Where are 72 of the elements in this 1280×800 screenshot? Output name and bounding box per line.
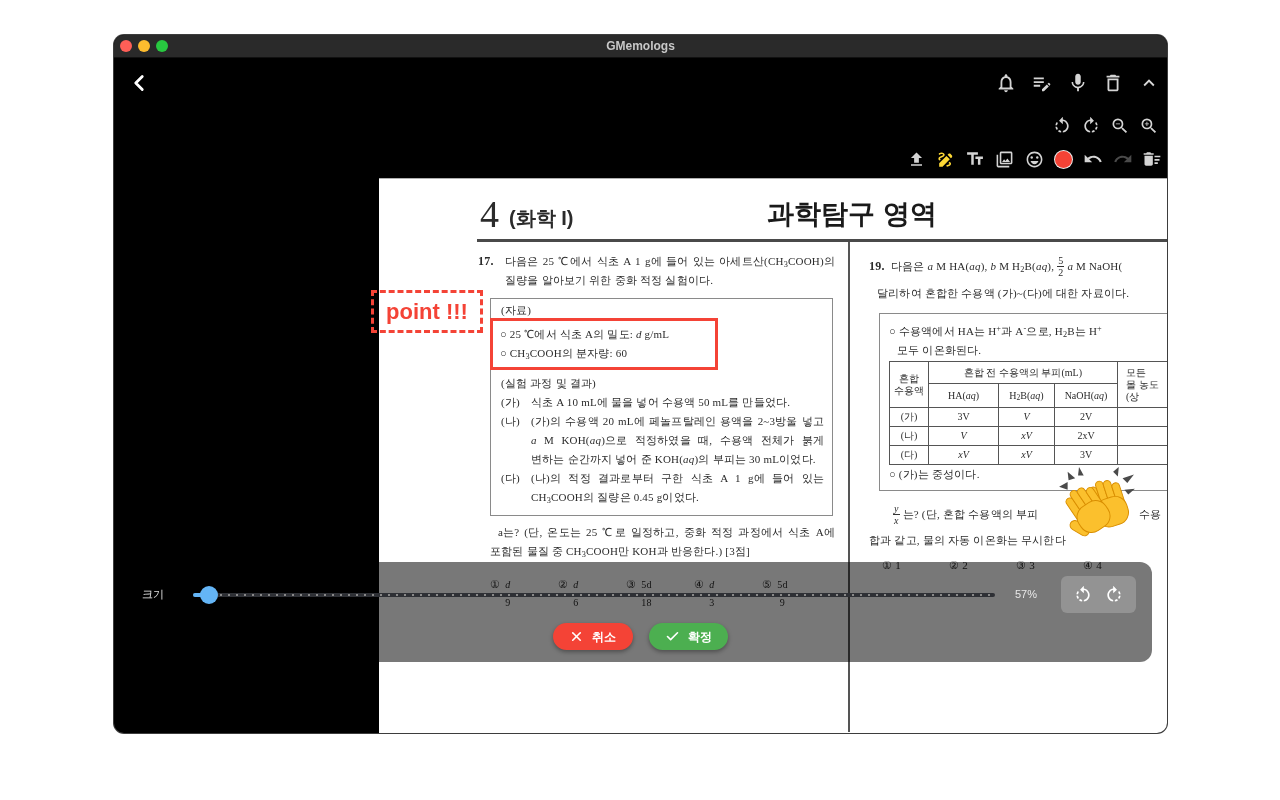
- table-cell: 3V: [1079, 449, 1093, 460]
- table-header: NaOH(aq): [1064, 389, 1108, 401]
- window-title: GMemologs: [606, 38, 675, 55]
- table-cell: V: [1023, 411, 1030, 422]
- answer-choice: ④ 4: [1083, 558, 1103, 573]
- table-header: 혼합 전 수용액의 부피(mL): [964, 366, 1083, 378]
- cancel-button[interactable]: 취소: [552, 623, 633, 650]
- row-label: (나): [900, 430, 918, 441]
- trash-sweep-icon[interactable]: [1142, 149, 1163, 169]
- fraction: 5 2: [1057, 254, 1065, 278]
- data-item: ○ CH$_{3}$COOH의 분자량: 60: [500, 347, 628, 359]
- step-label: (가): [501, 395, 521, 410]
- table-cell: 2V: [1079, 411, 1093, 422]
- table-header: (상: [1126, 390, 1140, 402]
- question-text: 는? (단, 혼합 수용액의 부피: [902, 506, 1039, 522]
- row-label: (가): [900, 411, 918, 422]
- condition-text: ○ 수용액에서 HA는 H$^{+}$과 A$^{-}$으로, H$_{2}$B는 H$^{+}$: [889, 325, 1102, 337]
- choice-number: ③: [626, 579, 637, 590]
- fraction: y x: [893, 502, 900, 526]
- question-number: 19.: [869, 257, 886, 275]
- question-text: a M NaOH(: [1067, 258, 1123, 274]
- choice-number: ②: [558, 579, 569, 590]
- question-text: 수용: [1138, 506, 1161, 522]
- table-header: H$_{2}$B(aq): [1009, 389, 1044, 401]
- close-icon: [569, 629, 584, 644]
- table-cell: xV: [1021, 449, 1032, 460]
- choice-number: ①: [490, 579, 501, 590]
- choice-number: ⑤: [762, 579, 773, 590]
- question-text: 합과 같고, 물의 자동 이온화는 무시한다: [869, 533, 1066, 548]
- images-icon[interactable]: [995, 149, 1015, 169]
- section-title: 과학탐구 영역: [767, 198, 937, 231]
- question-text: 달리하여 혼합한 수용액 (가)~(다)에 대한 자료이다.: [877, 286, 1130, 301]
- step-text: 식초 A 10 mL에 물을 넣어 수용액 50 mL를 만들었다.: [531, 395, 792, 410]
- table-header: 몰 농도: [1126, 378, 1159, 390]
- confirm-button[interactable]: 확정: [648, 623, 728, 650]
- step-label: (나): [501, 414, 521, 429]
- choice-number: ④: [694, 579, 705, 590]
- note-text: ○ (가)는 중성이다.: [889, 468, 980, 480]
- table-cell: 2xV: [1077, 430, 1095, 441]
- table-header: HA(aq): [947, 389, 980, 401]
- window-maximize-icon[interactable]: [156, 40, 168, 52]
- step-text: (가)의 수용액 20 mL에 페놀프탈레인 용액을 2~3방울 넣고 a M KOH(aq)으로 적정하였을 때, 수용액 전체가 붉게 변하는 순간까지 넣어 준 KOH(aq)의 부피는 30 mL이었다.: [531, 414, 824, 467]
- condition-text: 모두 이온화된다.: [897, 344, 982, 356]
- data-heading: (자료): [501, 304, 532, 316]
- color-swatch-icon[interactable]: [1055, 150, 1073, 168]
- slider-reading: 57%: [1015, 587, 1039, 603]
- table-cell: 3V: [957, 411, 970, 422]
- answer-choice: ① 1: [882, 558, 902, 573]
- smiley-icon[interactable]: [1024, 149, 1044, 169]
- data-heading: (실험 과정 및 결과): [501, 377, 596, 389]
- table-header: 모든: [1126, 366, 1147, 378]
- table-header: 혼합 수용액: [893, 372, 925, 397]
- row-label: (다): [900, 449, 918, 460]
- data-item: ○ 25 ℃에서 식초 A의 밀도: d g/mL: [500, 328, 670, 340]
- step-text: (나)의 적정 결과로부터 구한 식초 A 1 g에 들어 있는 CH$_{3}$COOH의 질량은 0.45 g이었다.: [531, 471, 824, 507]
- prompt-text: a는? (단, 온도는 25 ℃로 일정하고, 중화 적정 과정에서 식초 A에 포함된 물질 중 CH$_{3}$COOH만 KOH과 반응한다.) [3점]: [490, 525, 835, 561]
- window-minimize-icon[interactable]: [138, 40, 150, 52]
- table-cell: V: [960, 430, 967, 441]
- question-text: 다음은 a M HA(aq), b M H$_{2}$B(aq),: [891, 258, 1055, 276]
- table-cell: xV: [958, 449, 969, 460]
- step-label: (다): [501, 471, 521, 486]
- question-number: 17.: [477, 253, 495, 270]
- subject-title: (화학 I): [509, 206, 574, 231]
- question-text: 다음은 25 ℃에서 식초 A 1 g에 들어 있는 아세트산(CH$_{3}$COOH)의 질량을 알아보기 위한 중화 적정 실험이다.: [505, 254, 835, 288]
- answer-choice: ③ 3: [1016, 558, 1036, 573]
- slider-thumb[interactable]: [200, 585, 219, 604]
- answer-choice: ② 2: [949, 558, 969, 573]
- annotation-label: point !!!: [371, 290, 483, 333]
- slider-label: 크기: [142, 587, 165, 603]
- window-close-icon[interactable]: [120, 40, 132, 52]
- table-cell: xV: [1021, 430, 1032, 441]
- page-number: 4: [480, 197, 499, 231]
